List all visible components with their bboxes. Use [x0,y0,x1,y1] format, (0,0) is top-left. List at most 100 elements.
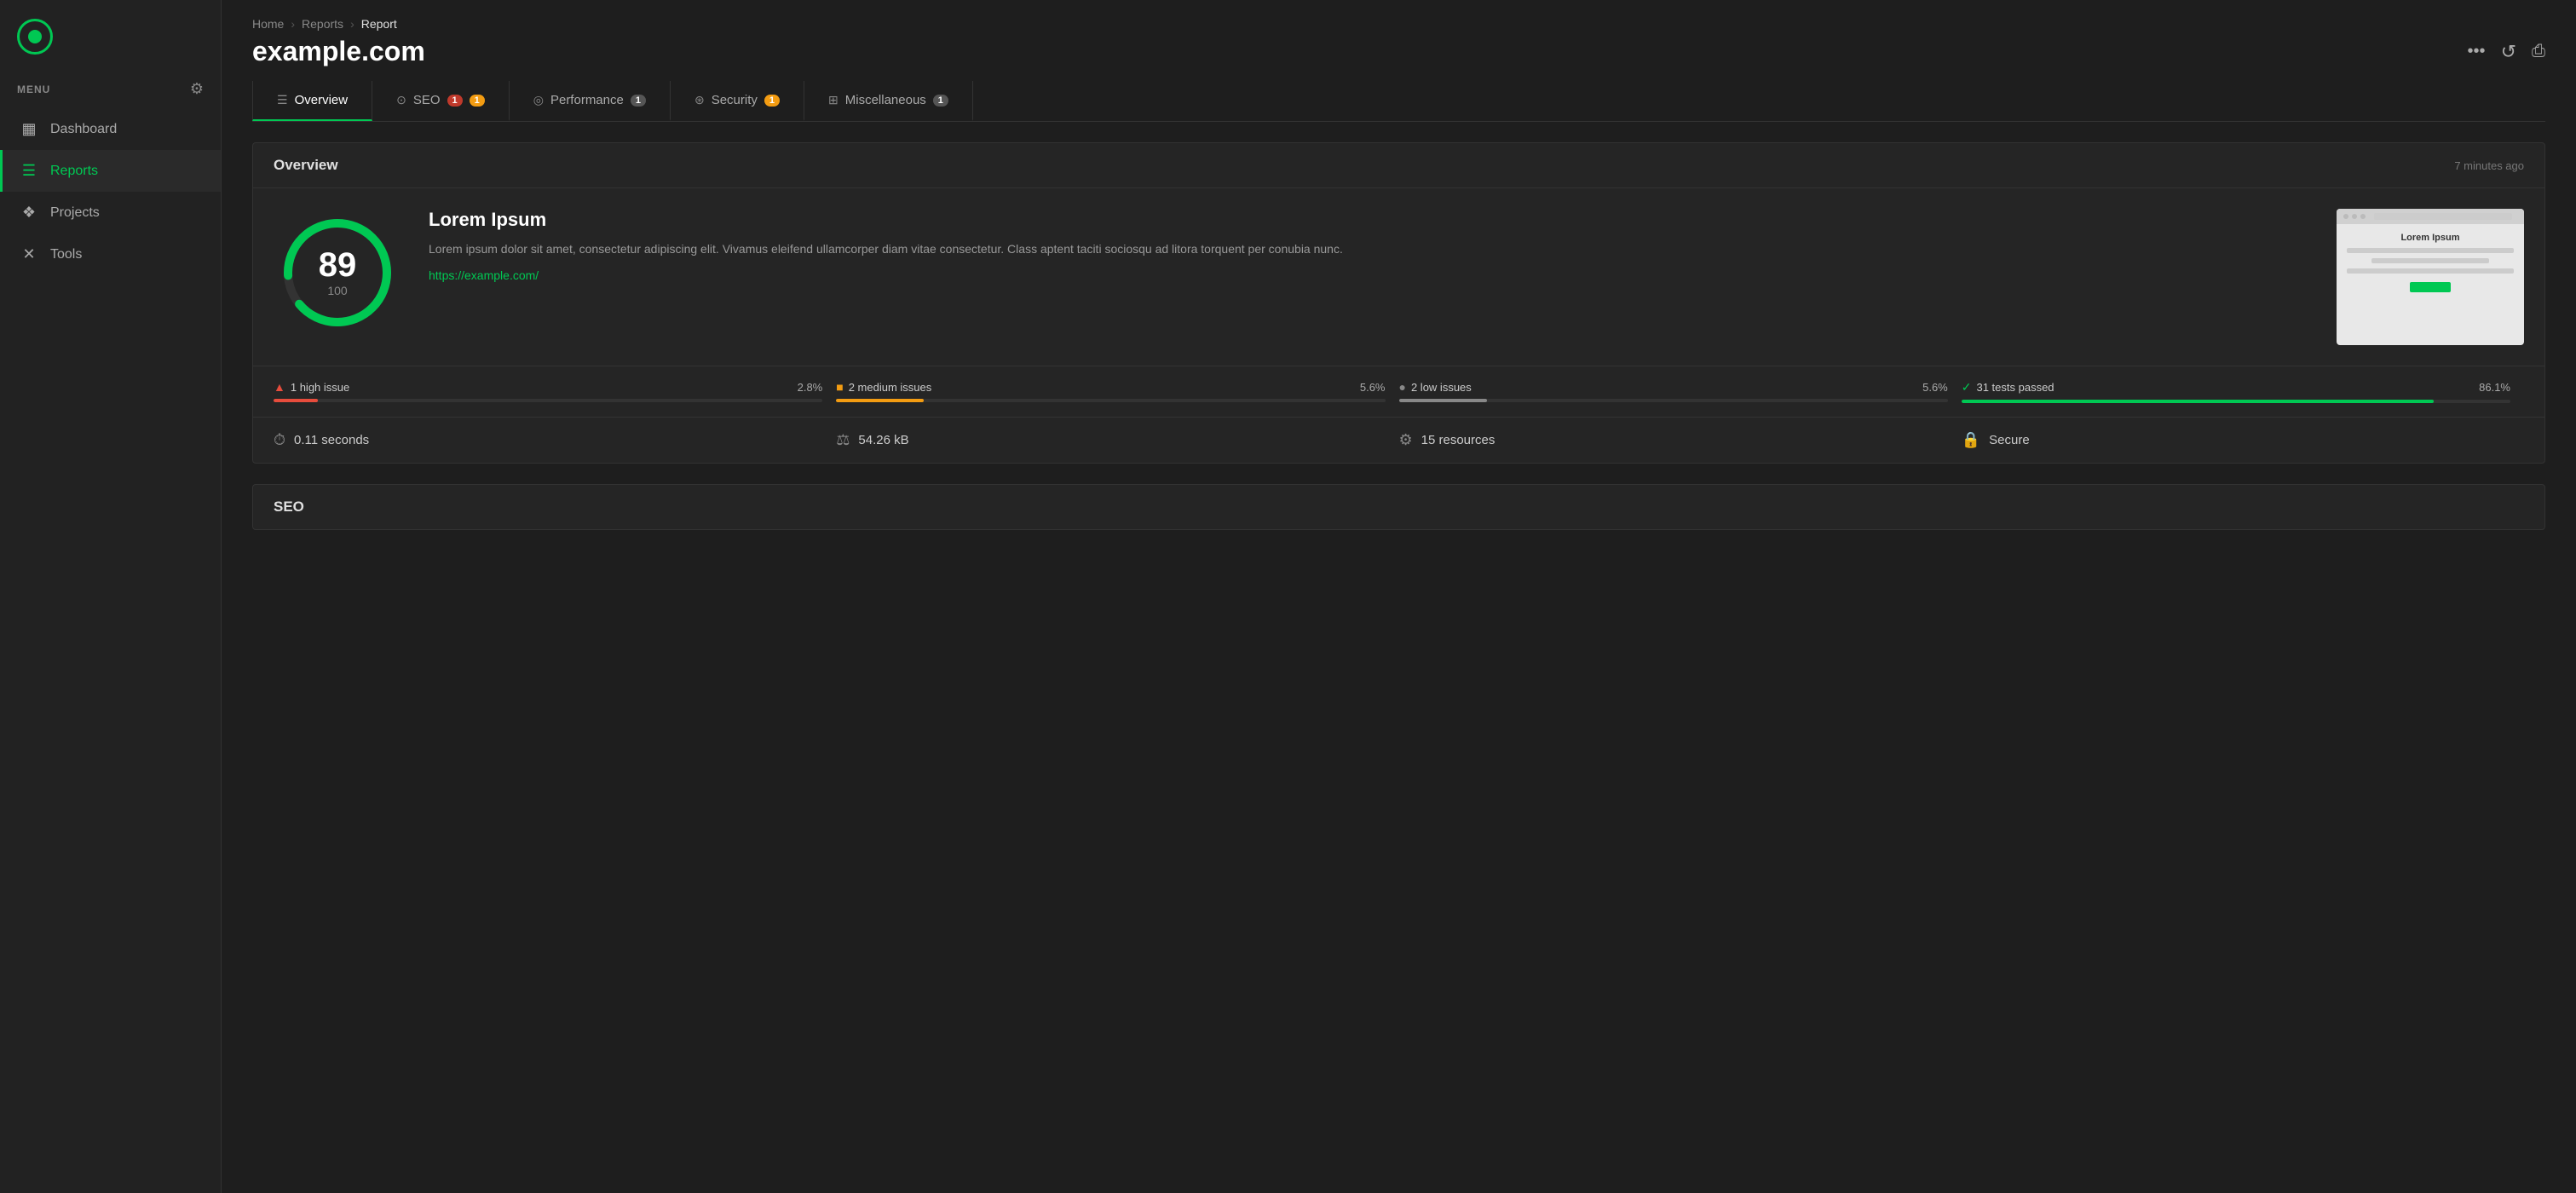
print-button[interactable]: ⎙ [2532,42,2545,61]
issue-dot-passed: ✓ [1962,380,1972,395]
sidebar-item-projects[interactable]: ❖ Projects [0,192,221,233]
tab-label-seo: SEO [413,93,441,107]
site-description: Lorem ipsum dolor sit amet, consectetur … [429,239,2309,258]
issue-top-passed: ✓ 31 tests passed 86.1% [1962,380,2510,395]
tab-badge-red-seo: 1 [447,95,463,107]
issue-bar-fill-high [274,399,318,402]
menu-label: MENU [17,84,50,95]
issue-pct-high: 2.8% [798,381,823,394]
stat-value-size: 54.26 kB [858,433,908,447]
breadcrumb: Home › Reports › Report [252,17,2545,31]
stat-time: ⏱ 0.11 seconds [274,431,836,449]
thumb-cta-button [2410,282,2451,292]
overview-section: Overview 7 minutes ago 89 100 [252,142,2545,464]
tab-miscellaneous[interactable]: ⊞ Miscellaneous 1 [804,81,973,121]
tab-badge-yellow-seo: 1 [470,95,485,107]
breadcrumb-home[interactable]: Home [252,17,284,31]
thumb-line-3 [2347,268,2514,274]
site-url[interactable]: https://example.com/ [429,268,539,282]
issue-bar-track-low [1399,399,1948,402]
sidebar: MENU ⚙ ▦ Dashboard ☰ Reports ❖ Projects … [0,0,222,1193]
breadcrumb-sep-2: › [350,17,354,31]
issue-bar-fill-low [1399,399,1487,402]
stats-row: ⏱ 0.11 seconds ⚖ 54.26 kB ⚙ 15 resources… [253,417,2544,463]
gauge-max: 100 [319,284,357,297]
tab-icon-performance: ◎ [533,93,544,107]
issue-high: ▲ 1 high issue 2.8% [274,380,836,403]
thumb-line-1 [2347,248,2514,253]
main-content: Home › Reports › Report example.com ••• … [222,0,2576,1193]
breadcrumb-reports[interactable]: Reports [302,17,343,31]
overview-info: Lorem Ipsum Lorem ipsum dolor sit amet, … [429,209,2309,284]
header-actions: ••• ↺ ⎙ [2468,41,2545,63]
issue-passed: ✓ 31 tests passed 86.1% [1962,380,2524,403]
tab-label-security: Security [712,93,758,107]
issue-bar-track-medium [836,399,1385,402]
tab-overview[interactable]: ☰ Overview [252,81,372,121]
content-area: Overview 7 minutes ago 89 100 [222,122,2576,561]
thumb-topbar [2337,209,2524,224]
issue-pct-passed: 86.1% [2479,381,2510,394]
seo-title: SEO [274,499,304,515]
seo-section-header: SEO [253,485,2544,529]
sidebar-item-reports[interactable]: ☰ Reports [0,150,221,192]
thumb-dot-2 [2352,214,2357,219]
seo-section: SEO [252,484,2545,530]
stat-icon-security: 🔒 [1962,431,1980,449]
stat-security: 🔒 Secure [1962,431,2524,449]
refresh-button[interactable]: ↺ [2501,41,2516,63]
tab-badge-yellow-security: 1 [764,95,780,107]
thumb-dot-1 [2343,214,2348,219]
tab-icon-overview: ☰ [277,93,288,107]
more-button[interactable]: ••• [2468,42,2486,61]
stat-value-security: Secure [1989,433,2030,447]
logo-icon [17,19,53,55]
preview-thumbnail: Lorem Ipsum [2337,209,2524,345]
tabs-bar: ☰ Overview ⊙ SEO 11 ◎ Performance 1 ⊛ Se… [252,81,2545,122]
issues-row: ▲ 1 high issue 2.8% ■ 2 medium issues 5.… [253,366,2544,417]
sidebar-item-tools[interactable]: ✕ Tools [0,233,221,275]
issue-bar-fill-medium [836,399,924,402]
sidebar-nav: ▦ Dashboard ☰ Reports ❖ Projects ✕ Tools [0,108,221,275]
stat-icon-size: ⚖ [836,431,850,449]
site-name: Lorem Ipsum [429,209,2309,231]
sidebar-item-label-projects: Projects [50,205,100,221]
tab-badge-gray-miscellaneous: 1 [933,95,948,107]
issue-dot-low: ● [1399,380,1406,394]
settings-icon[interactable]: ⚙ [190,80,204,98]
stat-value-time: 0.11 seconds [294,433,369,447]
stat-icon-resources: ⚙ [1399,431,1413,449]
tab-label-overview: Overview [295,93,349,107]
issue-bar-track-high [274,399,822,402]
logo-area [0,0,221,73]
thumb-body: Lorem Ipsum [2337,224,2524,345]
page-title-row: example.com ••• ↺ ⎙ [252,36,2545,67]
tab-performance[interactable]: ◎ Performance 1 [510,81,671,121]
gauge-text: 89 100 [319,248,357,297]
page-title: example.com [252,36,425,67]
issue-top-low: ● 2 low issues 5.6% [1399,380,1948,394]
issue-label-low: ● 2 low issues [1399,380,1472,394]
issue-medium: ■ 2 medium issues 5.6% [836,380,1398,403]
sidebar-item-dashboard[interactable]: ▦ Dashboard [0,108,221,150]
tools-nav-icon: ✕ [20,245,38,263]
stat-icon-time: ⏱ [274,431,285,449]
tab-security[interactable]: ⊛ Security 1 [671,81,804,121]
issue-dot-medium: ■ [836,380,843,394]
overview-header: Overview 7 minutes ago [253,143,2544,188]
thumb-dot-3 [2360,214,2366,219]
tab-seo[interactable]: ⊙ SEO 11 [372,81,510,121]
tab-label-miscellaneous: Miscellaneous [845,93,926,107]
issue-pct-medium: 5.6% [1360,381,1386,394]
stat-size: ⚖ 54.26 kB [836,431,1398,449]
projects-nav-icon: ❖ [20,204,38,222]
sidebar-item-label-reports: Reports [50,164,98,179]
issue-bar-fill-passed [1962,400,2434,403]
issue-label-high: ▲ 1 high issue [274,380,349,394]
issue-bar-track-passed [1962,400,2510,403]
issue-top-high: ▲ 1 high issue 2.8% [274,380,822,394]
tab-icon-miscellaneous: ⊞ [828,93,838,107]
tab-label-performance: Performance [550,93,624,107]
thumb-url-bar [2374,213,2512,220]
overview-title: Overview [274,157,338,174]
